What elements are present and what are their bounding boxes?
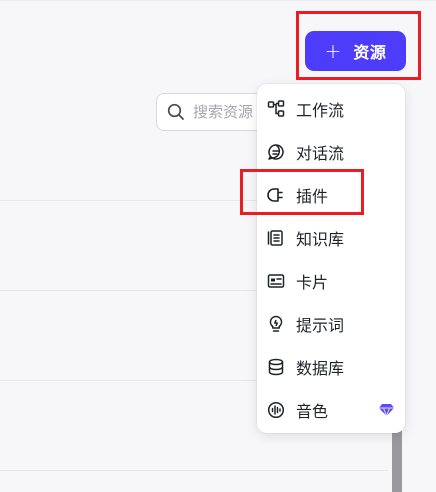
knowledge-base-icon: [267, 229, 285, 247]
list-row-divider: [0, 470, 388, 471]
menu-item-plugin[interactable]: 插件: [257, 173, 405, 216]
add-resource-label: 资源: [353, 43, 387, 62]
database-icon: [267, 358, 285, 376]
card-icon: [267, 272, 285, 290]
prompt-icon: [267, 315, 285, 333]
menu-item-chat-flow[interactable]: 对话流: [257, 130, 405, 173]
menu-item-prompt[interactable]: 提示词: [257, 302, 405, 345]
premium-diamond-icon: [378, 402, 395, 418]
menu-item-card[interactable]: 卡片: [257, 259, 405, 302]
voice-icon: [267, 401, 285, 419]
search-icon: [167, 103, 185, 121]
menu-item-knowledge-base[interactable]: 知识库: [257, 216, 405, 259]
resource-type-menu: 工作流 对话流 插件 知识库 卡片 提示词 数据库 音色: [257, 84, 405, 433]
menu-item-workflow[interactable]: 工作流: [257, 87, 405, 130]
menu-item-label: 知识库: [296, 229, 345, 249]
workflow-icon: [267, 99, 285, 118]
menu-item-label: 工作流: [296, 100, 345, 120]
plus-icon: +: [324, 39, 342, 63]
menu-item-label: 数据库: [296, 358, 345, 378]
menu-item-database[interactable]: 数据库: [257, 345, 405, 388]
chat-flow-icon: [267, 143, 285, 161]
menu-item-label: 提示词: [296, 315, 345, 335]
menu-item-label: 对话流: [296, 143, 345, 163]
add-resource-button[interactable]: + 资源: [305, 31, 406, 71]
plugin-icon: [267, 186, 285, 204]
menu-item-label: 插件: [296, 186, 329, 206]
menu-item-voice[interactable]: 音色: [257, 388, 405, 431]
top-divider: [0, 0, 436, 1]
menu-item-label: 卡片: [296, 272, 329, 292]
menu-item-label: 音色: [296, 401, 329, 421]
